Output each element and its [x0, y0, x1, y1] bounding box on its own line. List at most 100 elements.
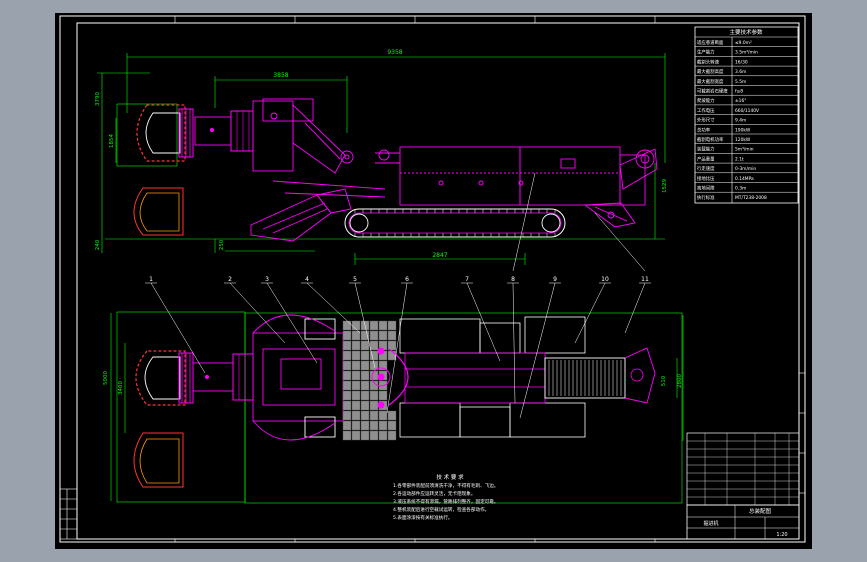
spec-label: 离地间隙	[697, 185, 715, 192]
spec-label: 生产能力	[697, 49, 715, 56]
note-line: 5.表面涂漆按有关标准执行。	[393, 514, 453, 521]
plan-view: 5000 3400 2800 510	[103, 311, 684, 504]
callout-number: 11	[641, 276, 649, 283]
spec-table: 主要技术参数 适应巷道断面 ≤9.0m² 生产能力 3.5m³/min 截割头转速 16/…	[694, 26, 799, 204]
spec-label: 外形尺寸	[697, 117, 715, 124]
callout-number: 1	[149, 276, 153, 283]
note-line: 1.各零部件装配前须清洗干净，不得有毛刺、飞边。	[393, 482, 498, 489]
title-drawing-name: 总装配图	[749, 507, 772, 515]
spec-value: 0.14MPa	[735, 176, 754, 182]
callout-number: 2	[228, 276, 232, 283]
spec-value: 3.6m	[735, 69, 746, 75]
plan-cutter-swing-inner	[139, 438, 180, 484]
title-scale: 1:20	[776, 532, 787, 538]
spec-label: 最大截割宽度	[697, 78, 724, 85]
main-body-side	[375, 146, 658, 206]
loader-apron-plan	[342, 320, 397, 441]
note-line: 3.液压系统不得有渗漏，管路排列整齐，固定可靠。	[393, 498, 498, 505]
spec-label: 装载能力	[697, 146, 715, 153]
callout-leader	[512, 282, 516, 404]
plan-cutter-swing-outline	[133, 432, 184, 488]
callout-leader-side	[512, 172, 536, 272]
spec-label: 可截割岩石硬度	[697, 88, 728, 95]
dim-height-left: 3790	[95, 92, 101, 106]
dim-height-mid: 1854	[109, 134, 115, 148]
dim-track-span: 2847	[432, 252, 447, 259]
turret-plan	[252, 314, 344, 441]
spec-label: 接地比压	[697, 175, 715, 182]
spec-table-title: 主要技术参数	[729, 28, 763, 36]
callout-leader	[266, 282, 318, 364]
spec-value: 190kW	[735, 127, 751, 133]
zone-ticks	[174, 16, 656, 542]
spec-value: 16/30	[735, 59, 748, 65]
cutter-head-side	[136, 104, 254, 162]
spec-value: 5m³/min	[735, 147, 754, 153]
inner-border	[76, 22, 800, 540]
spec-value: 2.1t	[735, 156, 744, 162]
callout-number: 8	[511, 276, 515, 283]
spec-value: 0-3m/min	[735, 166, 756, 172]
callout-leader	[624, 282, 646, 334]
drawing-sheet: 主要技术参数 适应巷道断面 ≤9.0m² 生产能力 3.5m³/min 截割头转速 16/…	[55, 13, 812, 549]
cad-drawing: 主要技术参数 适应巷道断面 ≤9.0m² 生产能力 3.5m³/min 截割头转速 16/…	[59, 15, 806, 543]
spec-value: ≤9.0m²	[735, 40, 752, 46]
outer-border	[59, 15, 806, 543]
callout-leader	[466, 282, 501, 362]
dim-overall-length: 9358	[387, 49, 402, 56]
spec-label: 适应巷道断面	[697, 39, 724, 46]
left-revision-strip	[59, 488, 78, 540]
note-line: 4.整机装配后进行空载试运转，检查各部动作。	[393, 506, 489, 513]
callout-number: 3	[265, 276, 269, 283]
spec-value: 0.3m	[735, 186, 746, 192]
spec-value: f≤8	[735, 89, 743, 95]
notes-title: 技 术 要 求	[436, 473, 464, 481]
callout-layer: 1 2 3 4 5 6 7 8 9 10 11	[145, 172, 651, 419]
cutter-swing-outline	[133, 187, 184, 236]
note-line: 2.各运动部件应运转灵活，无卡阻现象。	[393, 490, 475, 497]
spec-value: 9.4m	[735, 118, 746, 124]
spec-value: MT/T238-2008	[735, 195, 767, 201]
technical-notes: 技 术 要 求 1.各零部件装配前须清洗干净，不得有毛刺、飞边。2.各运动部件应…	[393, 473, 498, 521]
callout-number: 7	[465, 276, 469, 283]
rear-stabilizer-side	[583, 202, 636, 228]
loader-shovel-side	[250, 188, 352, 242]
parts-list	[686, 432, 800, 506]
spec-value: 3.5m³/min	[735, 50, 758, 56]
spec-value: 120kW	[735, 137, 751, 143]
callout-number: 9	[553, 276, 557, 283]
callout-leader-side	[594, 212, 646, 272]
spec-value: 5.5m	[735, 79, 746, 85]
callout-number: 5	[353, 276, 357, 283]
callout-number: 4	[305, 276, 309, 283]
cutter-head-plan	[135, 350, 254, 406]
callout-number: 6	[405, 276, 409, 283]
crawler-track-side	[344, 208, 566, 238]
callout-leader	[150, 282, 206, 374]
title-company: 掘进机	[703, 520, 718, 527]
dim-rear-small: 510	[661, 375, 667, 386]
dim-ground-mid: 250	[219, 239, 225, 250]
callout-leader	[306, 282, 361, 334]
spec-value: 660/1140V	[735, 108, 759, 114]
right-zone-strip	[799, 372, 805, 494]
cad-viewport: 主要技术参数 适应巷道断面 ≤9.0m² 生产能力 3.5m³/min 截割头转速 16/…	[0, 0, 867, 562]
plan-dimensions	[110, 311, 684, 504]
dim-head-width: 3400	[118, 381, 124, 395]
spec-label: 爬坡能力	[697, 97, 715, 104]
spec-label: 最大截割高度	[697, 68, 724, 75]
spec-value: ±16°	[735, 98, 746, 104]
callout-number: 10	[601, 276, 609, 283]
spec-label: 总功率	[697, 126, 711, 133]
spec-label: 执行标准	[697, 194, 715, 201]
dim-rear-width: 2800	[677, 374, 683, 388]
spec-label: 截割头转速	[697, 58, 720, 65]
spec-label: 产品重量	[697, 155, 715, 162]
dim-total-width: 5000	[103, 371, 109, 385]
cutter-swing-inner	[139, 192, 180, 232]
dim-ground-left: 240	[95, 239, 101, 250]
dim-cutter-reach: 3858	[273, 72, 288, 79]
cutting-boom-side	[252, 98, 386, 198]
rear-conveyor-plan	[544, 347, 656, 404]
title-block: 总装配图 掘进机 1:20	[686, 504, 800, 540]
